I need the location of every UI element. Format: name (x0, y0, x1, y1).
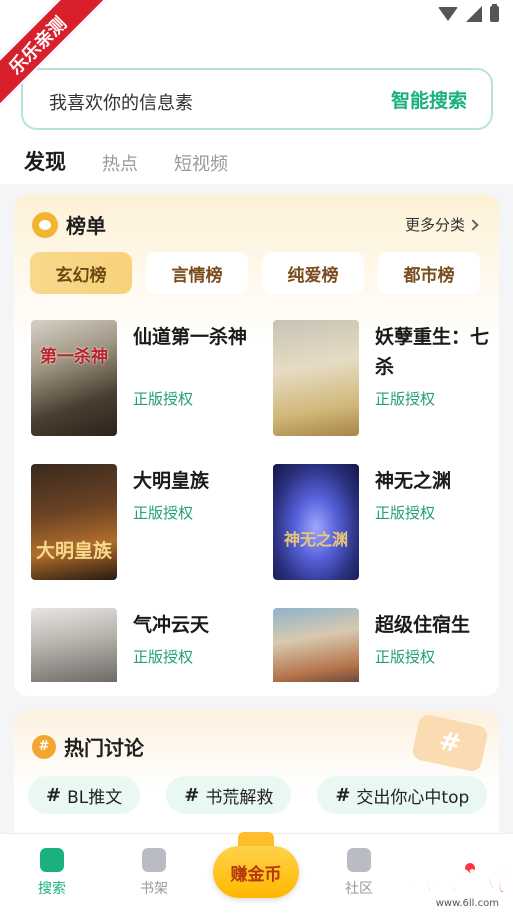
book-cover[interactable]: 第一杀神 (31, 320, 117, 436)
book-item[interactable]: 妖孽重生：七杀 正版授权 (273, 320, 499, 436)
book-item[interactable]: 气冲云天 正版授权 (31, 608, 261, 682)
topic-label: 交出你心中top (356, 787, 470, 808)
topic-pill[interactable]: # BL推文 (28, 776, 141, 814)
book-badge: 正版授权 (375, 648, 436, 666)
book-badge: 正版授权 (375, 390, 436, 408)
book-cover[interactable]: 神无之渊 (273, 464, 359, 580)
signal-icon (466, 6, 482, 22)
watermark-ribbon: 乐乐亲测 (0, 0, 110, 110)
tab-hot[interactable]: 热点 (102, 150, 138, 176)
book-title[interactable]: 超级住宿生 (375, 610, 499, 640)
book-cover-text: 神无之渊 (283, 530, 348, 549)
battery-icon (490, 4, 499, 22)
nav-search-label: 搜索 (38, 881, 66, 897)
nav-community[interactable]: 社区 (329, 848, 389, 898)
category-urban[interactable]: 都市榜 (378, 252, 480, 294)
bottom-nav: 搜索 书架 赚金币 社区 乐乐游戏 www.6ll.com (0, 832, 513, 913)
community-icon (347, 848, 371, 872)
nav-bookshelf[interactable]: 书架 (124, 848, 184, 898)
book-badge: 正版授权 (133, 390, 194, 408)
more-categories-label: 更多分类 (404, 216, 465, 234)
status-icons (438, 4, 499, 22)
nav-search[interactable]: 搜索 (22, 848, 82, 898)
book-item[interactable]: 第一杀神 仙道第一杀神 正版授权 (31, 320, 261, 436)
book-title[interactable]: 大明皇族 (133, 466, 261, 496)
hash-icon: # (32, 734, 56, 759)
watermark-logo-text: 乐乐游戏 (406, 868, 507, 898)
category-row: 玄幻榜 言情榜 纯爱榜 都市榜 (30, 252, 480, 294)
book-badge: 正版授权 (133, 648, 194, 666)
top-tabs: 发现 热点 短视频 (24, 146, 228, 176)
bookshelf-icon (142, 848, 166, 872)
tab-short-video[interactable]: 短视频 (174, 150, 228, 176)
nav-bookshelf-label: 书架 (140, 881, 168, 897)
book-badge: 正版授权 (133, 504, 194, 522)
crown-icon (32, 211, 58, 238)
ranking-title: 榜单 (66, 214, 106, 238)
book-item[interactable]: 神无之渊 神无之渊 正版授权 (273, 464, 499, 580)
category-fantasy[interactable]: 玄幻榜 (30, 252, 132, 294)
topic-pill[interactable]: # 书荒解救 (166, 776, 292, 814)
book-badge: 正版授权 (375, 504, 436, 522)
category-romance[interactable]: 言情榜 (146, 252, 248, 294)
topic-label: 书荒解救 (205, 787, 274, 808)
book-item[interactable]: 超级住宿生 正版授权 (273, 608, 499, 682)
book-title[interactable]: 妖孽重生：七杀 (375, 322, 499, 382)
discussion-title: 热门讨论 (64, 736, 144, 760)
nav-community-label: 社区 (345, 881, 373, 897)
smart-search-button[interactable]: 智能搜索 (391, 86, 467, 113)
ranking-header: 榜单 (32, 210, 106, 239)
search-nav-icon (40, 848, 64, 872)
hash-tag-decoration-icon: # (410, 713, 490, 773)
book-cover[interactable] (273, 608, 359, 682)
category-bl[interactable]: 纯爱榜 (262, 252, 364, 294)
hash-icon: # (184, 784, 200, 806)
topic-row: # BL推文 # 书荒解救 # 交出你心中top (28, 776, 488, 814)
book-title[interactable]: 仙道第一杀神 (133, 322, 261, 352)
more-categories-link[interactable]: 更多分类 (404, 214, 479, 235)
ranking-card: 榜单 更多分类 玄幻榜 言情榜 纯爱榜 都市榜 第一杀神 仙道第一杀神 正版授权… (14, 194, 499, 696)
tab-discover[interactable]: 发现 (24, 146, 66, 176)
hot-discussion-card: # # 热门讨论 # BL推文 # 书荒解救 # 交出你心中top (14, 710, 499, 850)
book-cover-text: 大明皇族 (35, 540, 112, 562)
hash-icon: # (335, 784, 351, 806)
book-cover-text: 第一杀神 (40, 347, 108, 367)
watermark-url: www.6ll.com (435, 898, 499, 909)
topic-pill[interactable]: # 交出你心中top (317, 776, 488, 814)
book-cover[interactable]: 大明皇族 (31, 464, 117, 580)
book-title[interactable]: 气冲云天 (133, 610, 261, 640)
wifi-icon (438, 7, 458, 21)
book-item[interactable]: 大明皇族 大明皇族 正版授权 (31, 464, 261, 580)
hash-icon: # (46, 784, 62, 806)
watermark-logo: 乐乐游戏 www.6ll.com (391, 853, 511, 909)
watermark-ribbon-text: 乐乐亲测 (0, 0, 110, 110)
topic-label: BL推文 (67, 787, 123, 808)
book-title[interactable]: 神无之渊 (375, 466, 499, 496)
earn-coins-button[interactable]: 赚金币 (213, 846, 299, 898)
book-cover[interactable] (31, 608, 117, 682)
book-cover[interactable] (273, 320, 359, 436)
chevron-right-icon (467, 218, 479, 231)
discussion-header: # 热门讨论 (32, 732, 144, 761)
